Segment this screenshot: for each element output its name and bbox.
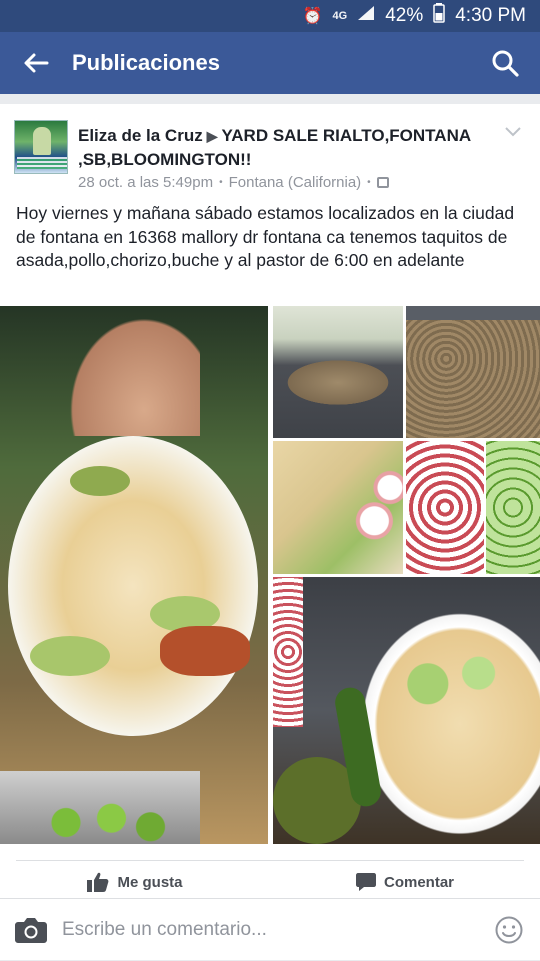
smiley-icon [495, 916, 523, 943]
photo-tacos-plate[interactable] [0, 306, 268, 844]
clock: 4:30 PM [455, 5, 526, 26]
privacy-icon [376, 177, 389, 188]
post-author-line: Eliza de la Cruz ▶ YARD SALE RIALTO,FONTAN… [78, 124, 488, 171]
like-label: Me gusta [117, 873, 183, 891]
network-indicator: 4G [332, 10, 348, 22]
like-button[interactable]: Me gusta [0, 866, 270, 898]
separator-dot: • [367, 177, 371, 188]
page-title: Publicaciones [72, 50, 220, 75]
search-icon [492, 50, 519, 77]
post-meta: 28 oct. a las 5:49pm • Fontana (Californ… [78, 174, 389, 191]
camera-button[interactable] [0, 899, 62, 961]
alarm-icon: ⏰ [302, 8, 323, 25]
camera-icon [15, 917, 47, 943]
post-card: Eliza de la Cruz ▶ YARD SALE RIALTO,FONTAN… [0, 104, 540, 898]
triangle-right-icon: ▶ [206, 128, 218, 144]
comment-bar [0, 898, 540, 960]
comment-label: Comentar [383, 873, 454, 891]
comment-button[interactable]: Comentar [270, 866, 540, 898]
signal-icon [357, 5, 375, 27]
back-button[interactable] [0, 32, 72, 94]
separator-dot: • [219, 177, 223, 188]
chevron-down-icon [505, 127, 521, 137]
photo-grill-meat[interactable] [406, 306, 540, 438]
post-location[interactable]: Fontana (California) [229, 174, 362, 191]
photo-radishes[interactable] [406, 441, 484, 574]
comment-icon [355, 873, 376, 891]
post-actions: Me gusta Comentar [0, 866, 540, 898]
post-text: Hoy viernes y mañana sábado estamos loca… [16, 203, 515, 270]
photo-cucumbers[interactable] [486, 441, 540, 574]
comment-input[interactable] [62, 909, 478, 950]
avatar[interactable] [14, 120, 68, 174]
battery-percent: 42% [385, 5, 424, 26]
battery-icon [433, 3, 445, 29]
post-timestamp[interactable]: 28 oct. a las 5:49pm [78, 174, 213, 191]
status-bar: ⏰ 4G 42% 4:30 PM [0, 0, 540, 32]
back-arrow-icon [24, 53, 49, 73]
search-button[interactable] [470, 32, 540, 94]
post-header: Eliza de la Cruz ▶ YARD SALE RIALTO,FONTAN… [0, 104, 540, 200]
author-name[interactable]: Eliza de la Cruz [78, 126, 203, 145]
divider [16, 860, 524, 861]
thumbs-up-icon [87, 872, 109, 892]
photo-grill-onions[interactable] [273, 306, 403, 438]
photo-grid [0, 306, 540, 844]
photo-tacos-toppings[interactable] [273, 441, 403, 574]
app-bar: Publicaciones [0, 32, 540, 94]
photo-tacos-jalapeno[interactable] [273, 577, 540, 844]
post-options-button[interactable] [502, 122, 524, 142]
emoji-button[interactable] [478, 899, 540, 961]
